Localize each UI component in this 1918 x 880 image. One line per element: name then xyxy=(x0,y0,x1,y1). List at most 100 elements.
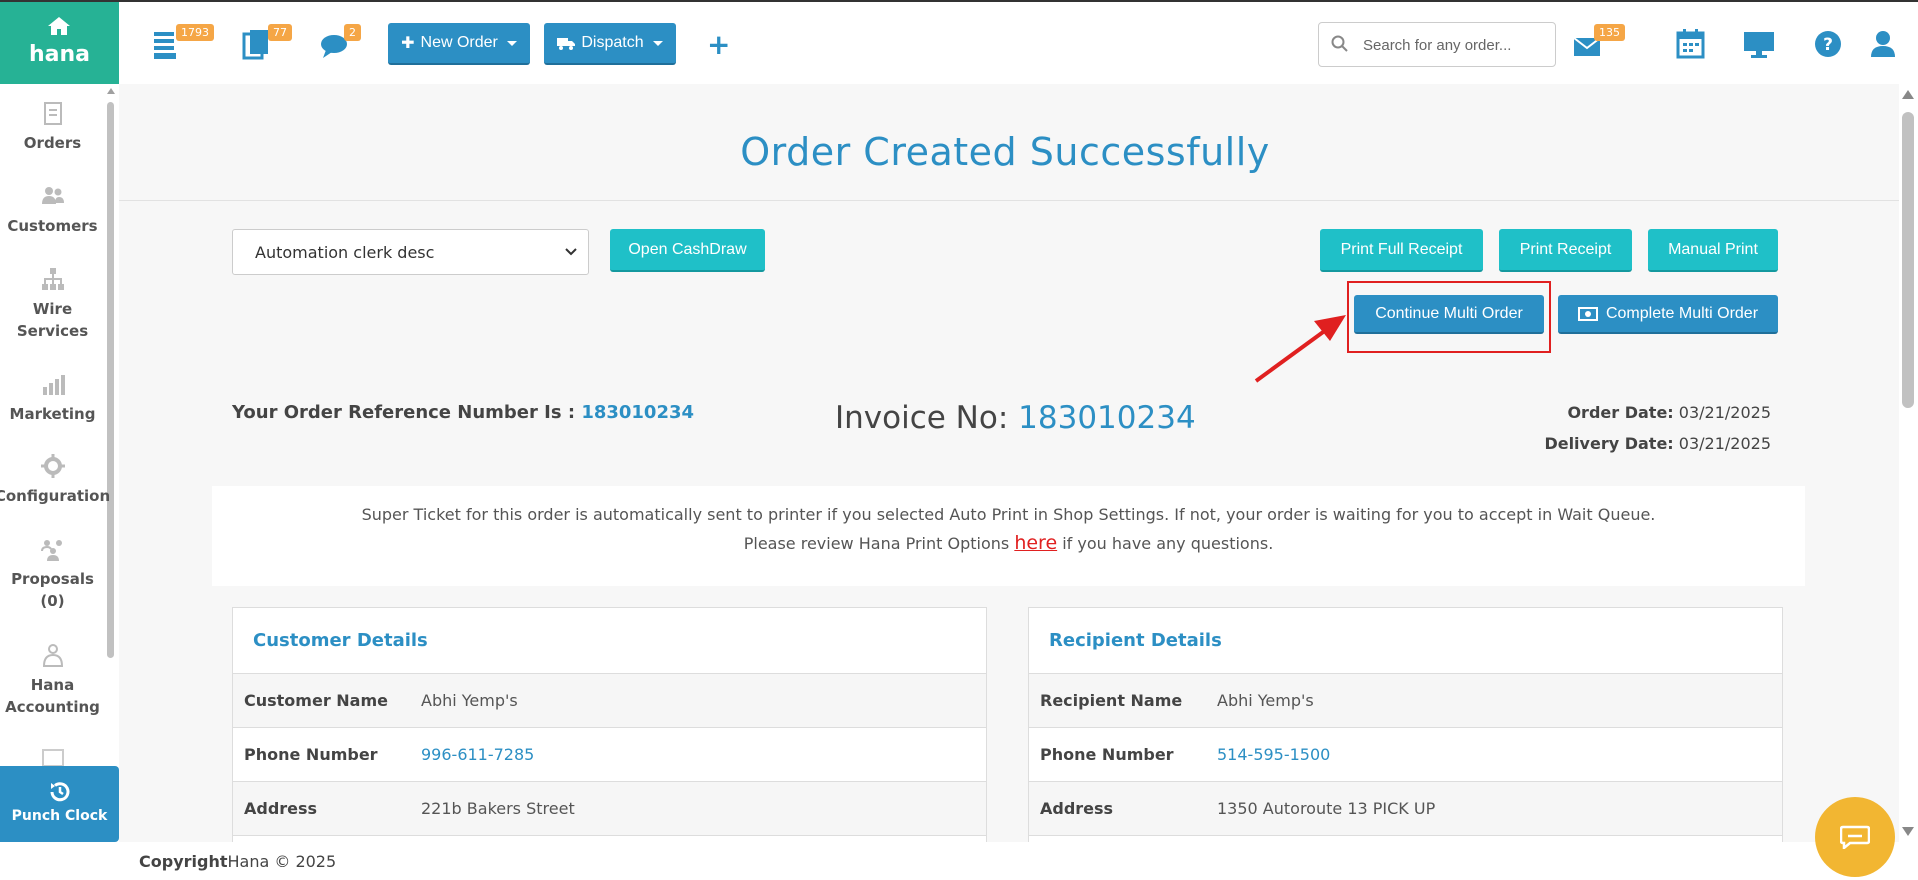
sidebar-scroll-up[interactable] xyxy=(107,88,115,94)
users-icon xyxy=(41,187,64,204)
sidebar-item-configuration[interactable]: Configuration xyxy=(0,453,111,507)
app-window: hana 1793 77 2 ✚ New Order Dispatch + Se… xyxy=(0,0,1918,880)
money-bill-icon xyxy=(1577,306,1598,321)
search-box[interactable] xyxy=(1318,22,1556,67)
notice-line-2: Please review Hana Print Options here if… xyxy=(212,529,1805,558)
desktop-button[interactable] xyxy=(1742,30,1782,70)
svg-text:?: ? xyxy=(1823,35,1833,55)
row-value: Abhi Yemp's xyxy=(421,691,518,710)
reference-number: 183010234 xyxy=(581,402,695,423)
delivery-date-label: Delivery Date: xyxy=(1544,434,1674,453)
manual-print-button[interactable]: Manual Print xyxy=(1648,229,1778,272)
new-order-button[interactable]: ✚ New Order xyxy=(388,23,530,65)
orders-stack-button[interactable]: 1793 xyxy=(150,24,214,64)
row-key: Address xyxy=(1040,799,1114,818)
user-profile-button[interactable] xyxy=(1870,29,1910,69)
delivery-date-value: 03/21/2025 xyxy=(1678,434,1771,453)
add-button[interactable]: + xyxy=(707,28,730,61)
messages-button[interactable]: 2 xyxy=(318,24,361,64)
continue-multi-order-button[interactable]: Continue Multi Order xyxy=(1354,295,1544,334)
complete-multi-order-label: Complete Multi Order xyxy=(1605,304,1759,322)
sidebar-item-label: Wire Services xyxy=(16,300,89,340)
notice-prefix: Please review Hana Print Options xyxy=(743,534,1010,553)
print-notice: Super Ticket for this order is automatic… xyxy=(212,486,1805,586)
copies-button[interactable]: 77 xyxy=(240,24,292,64)
print-receipt-button[interactable]: Print Receipt xyxy=(1499,229,1632,272)
sidebar-item-label: Hana Accounting xyxy=(5,676,100,716)
invoice-label: Invoice No: xyxy=(835,400,1009,436)
row-key: Phone Number xyxy=(244,745,378,764)
notice-line-1: Super Ticket for this order is automatic… xyxy=(361,505,1656,524)
dispatch-button[interactable]: Dispatch xyxy=(544,23,676,65)
sidebar-item-proposals[interactable]: Proposals (0) xyxy=(0,536,105,612)
sidebar-item-label: Orders xyxy=(23,134,82,152)
messages-count-badge: 2 xyxy=(344,24,361,41)
sidebar-item-hana-accounting[interactable]: Hana Accounting xyxy=(0,642,105,718)
table-row: Phone Number 514-595-1500 xyxy=(1029,728,1782,782)
network-icon xyxy=(41,268,64,290)
table-row: Phone Number 996-611-7285 xyxy=(233,728,986,782)
sidebar-item-orders[interactable]: Orders xyxy=(0,100,105,154)
scroll-down-arrow[interactable] xyxy=(1902,827,1914,836)
customer-phone-link[interactable]: 996-611-7285 xyxy=(421,745,534,764)
complete-multi-order-button[interactable]: Complete Multi Order xyxy=(1558,295,1778,334)
document-icon xyxy=(42,749,64,766)
recipient-phone-link[interactable]: 514-595-1500 xyxy=(1217,745,1330,764)
chevron-down-icon xyxy=(506,40,517,46)
page-title: Order Created Successfully xyxy=(740,130,1270,174)
scrollbar-thumb[interactable] xyxy=(1902,112,1914,408)
clerk-select[interactable]: Automation clerk desc xyxy=(232,229,589,275)
calendar-button[interactable] xyxy=(1676,28,1716,68)
sidebar-item-label: Customers xyxy=(7,217,98,235)
open-cashdraw-button[interactable]: Open CashDraw xyxy=(610,229,765,272)
mail-button[interactable]: 135 xyxy=(1572,24,1625,66)
order-reference: Your Order Reference Number Is : 1830102… xyxy=(232,402,694,423)
sidebar-scrollbar[interactable] xyxy=(107,102,114,658)
question-mark-icon: ? xyxy=(1815,31,1841,57)
clipboard-icon xyxy=(43,102,62,125)
recipient-details-heading: Recipient Details xyxy=(1029,608,1782,674)
new-order-label: New Order xyxy=(420,34,498,51)
sidebar-item-label: Proposals (0) xyxy=(11,570,94,610)
punch-clock-label: Punch Clock xyxy=(11,808,108,824)
sidebar-item-marketing[interactable]: Marketing xyxy=(0,371,105,425)
gear-icon xyxy=(40,454,65,478)
desktop-monitor-icon xyxy=(1744,32,1774,58)
home-icon xyxy=(48,17,70,35)
red-arrow-annotation xyxy=(1254,315,1346,383)
table-row: Address 221b Bakers Street xyxy=(233,782,986,836)
chevron-down-icon xyxy=(565,248,577,256)
invoice-value: 183010234 xyxy=(1018,400,1196,436)
accounting-icon xyxy=(42,644,63,667)
truck-icon xyxy=(557,37,576,50)
clock-history-icon xyxy=(50,782,70,802)
copyright-text: Hana © 2025 xyxy=(227,852,337,871)
row-value: Abhi Yemp's xyxy=(1217,691,1314,710)
scroll-up-arrow[interactable] xyxy=(1902,90,1914,99)
row-key: Customer Name xyxy=(244,691,388,710)
search-input[interactable] xyxy=(1363,33,1543,57)
order-date-row: Order Date: 03/21/2025 xyxy=(1544,397,1771,428)
top-navbar: hana 1793 77 2 ✚ New Order Dispatch + Se… xyxy=(0,2,1918,84)
home-logo[interactable]: hana xyxy=(0,2,119,84)
team-icon xyxy=(40,540,62,561)
order-date-label: Order Date: xyxy=(1567,403,1674,422)
punch-clock-button[interactable]: Punch Clock xyxy=(0,766,119,842)
row-key: Recipient Name xyxy=(1040,691,1183,710)
print-full-receipt-button[interactable]: Print Full Receipt xyxy=(1320,229,1483,272)
sidebar-item-customers[interactable]: Customers xyxy=(0,183,105,237)
delivery-date-row: Delivery Date: 03/21/2025 xyxy=(1544,428,1771,459)
main-scrollbar[interactable] xyxy=(1899,84,1918,842)
recipient-details-card: Recipient Details Recipient Name Abhi Ye… xyxy=(1028,607,1783,842)
orders-count-badge: 1793 xyxy=(176,24,214,41)
sidebar-item-label: Configuration xyxy=(0,487,111,505)
print-options-link[interactable]: here xyxy=(1014,532,1057,554)
help-button[interactable]: ? xyxy=(1813,29,1853,69)
reference-label: Your Order Reference Number Is : xyxy=(232,402,576,423)
row-key: Phone Number xyxy=(1040,745,1174,764)
chat-icon xyxy=(1840,825,1870,849)
chat-widget-button[interactable] xyxy=(1815,797,1895,877)
row-key: Address xyxy=(244,799,318,818)
sidebar-item-wire-services[interactable]: Wire Services xyxy=(0,266,105,342)
mail-count-badge: 135 xyxy=(1594,24,1625,41)
